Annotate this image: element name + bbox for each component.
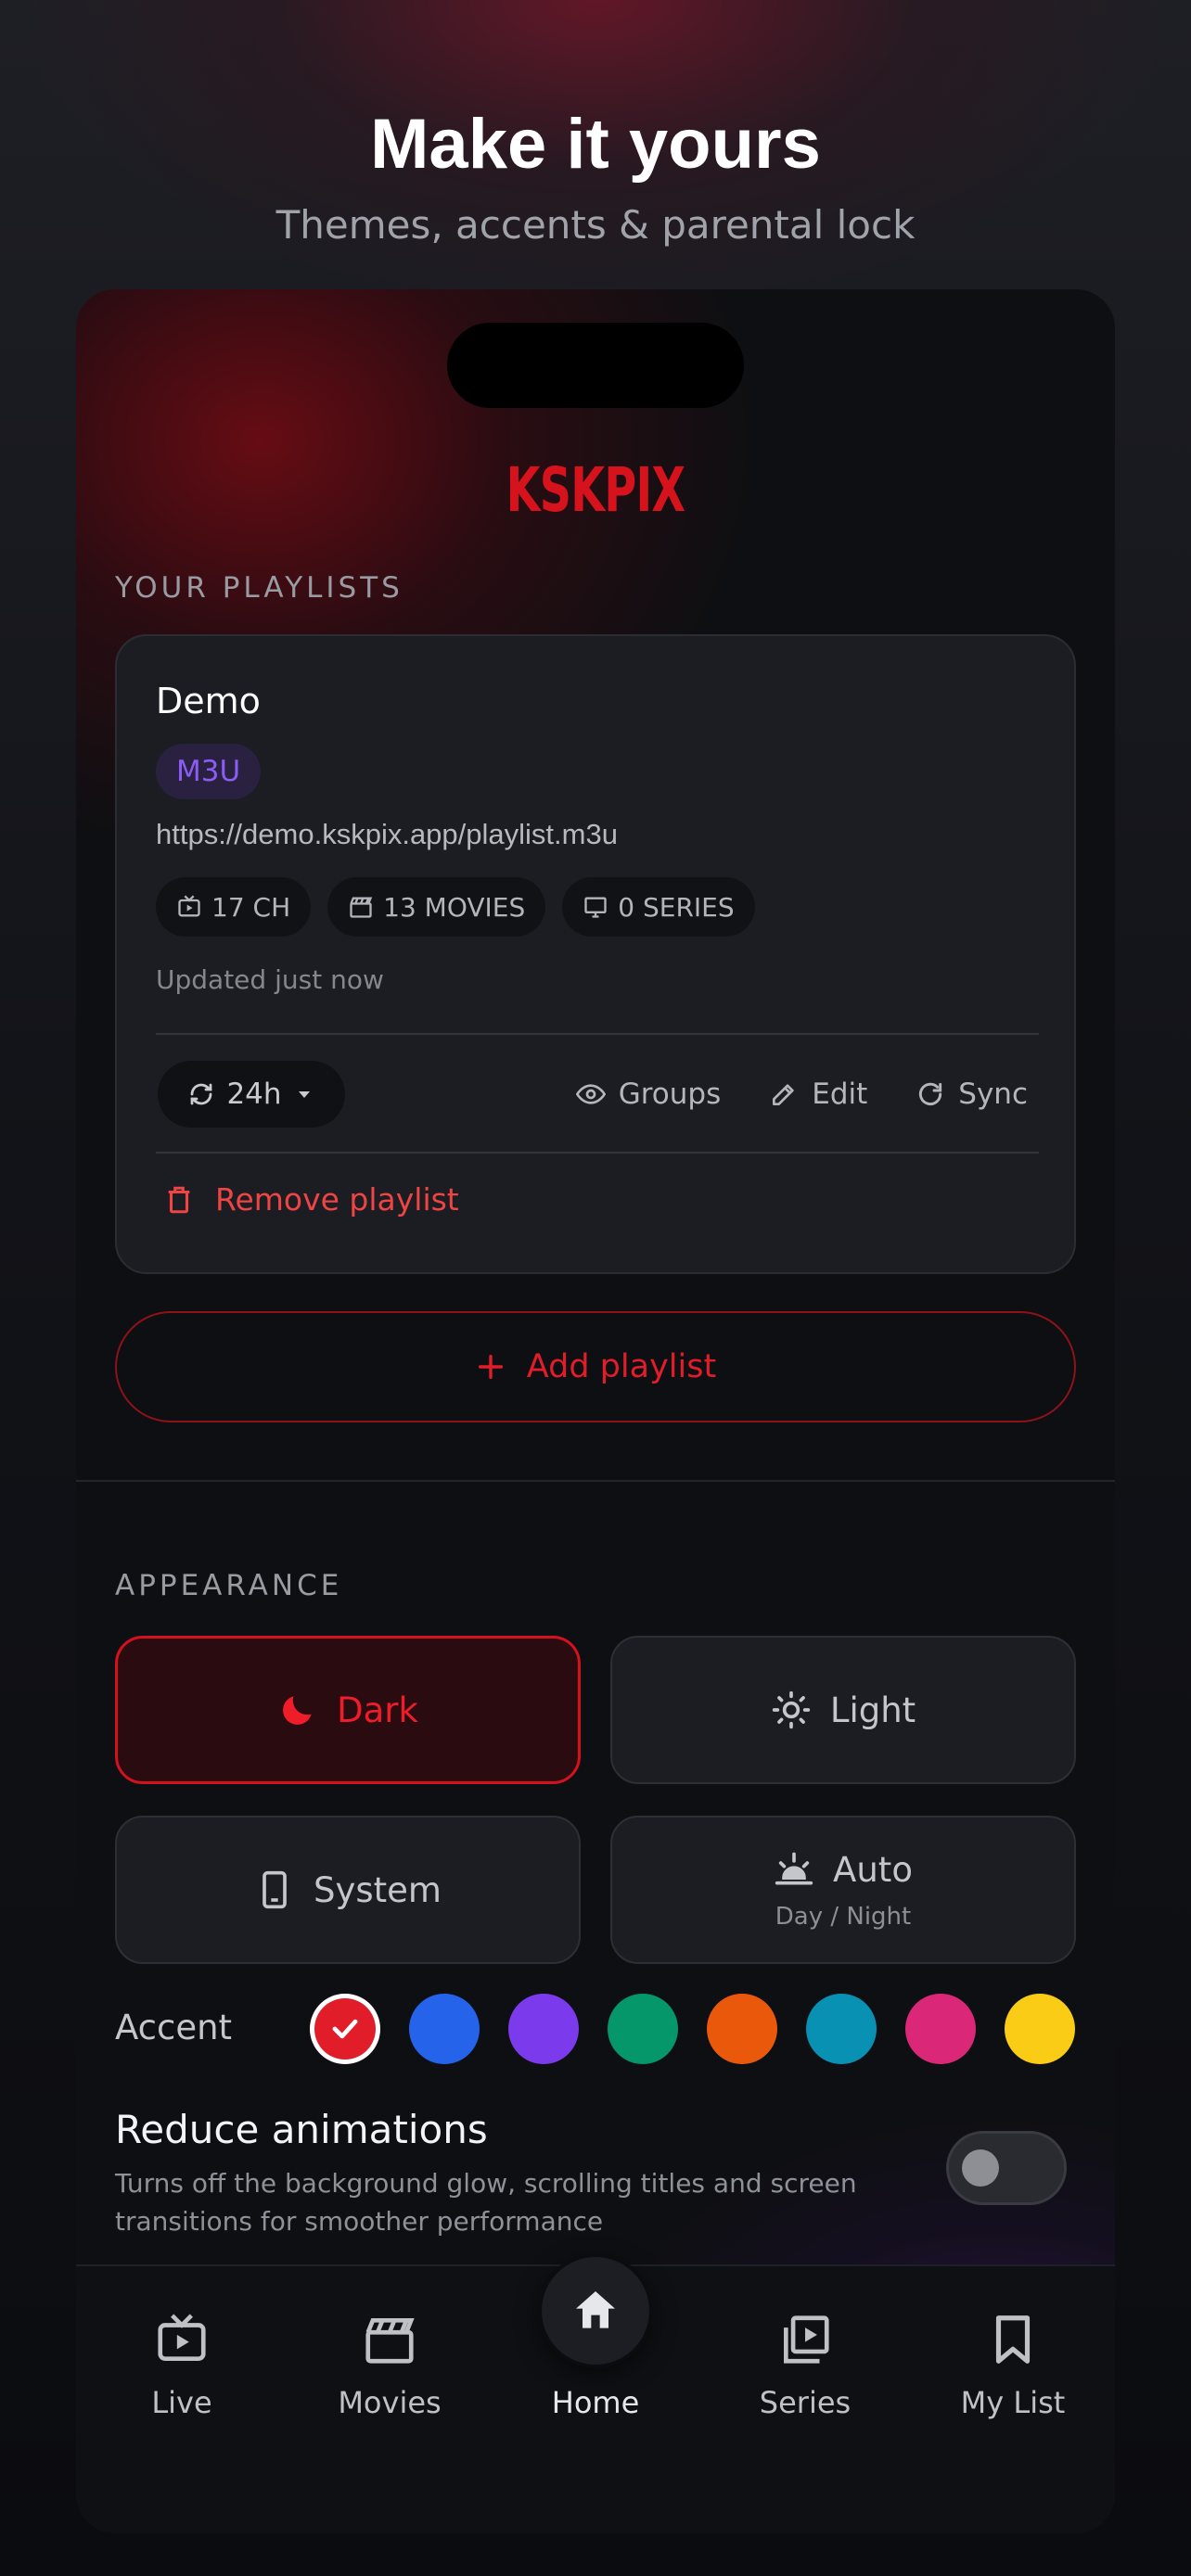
playlist-stats: 17 CH 13 MOVIES 0 SERIES xyxy=(156,877,755,937)
refresh-icon xyxy=(919,1082,942,1105)
reduce-animations-title: Reduce animations xyxy=(115,2107,488,2152)
nav-my-list[interactable]: My List xyxy=(929,2311,1096,2420)
stat-movies-label: 13 MOVIES xyxy=(383,891,526,923)
theme-auto-button[interactable]: Auto Day / Night xyxy=(610,1816,1076,1964)
monitor-icon xyxy=(584,897,607,918)
theme-dark-label: Dark xyxy=(337,1690,418,1730)
plus-icon xyxy=(478,1354,503,1380)
theme-system-button[interactable]: System xyxy=(115,1816,581,1964)
live-tv-icon xyxy=(178,895,200,917)
moon-icon xyxy=(283,1696,312,1725)
playlist-url: https://demo.kskpix.app/playlist.m3u xyxy=(156,818,618,850)
playlists-section-label: YOUR PLAYLISTS xyxy=(115,571,403,605)
stat-channels-label: 17 CH xyxy=(211,891,291,923)
stat-series: 0 SERIES xyxy=(562,877,755,937)
sync-interval-value: 24h xyxy=(226,1078,282,1111)
nav-home[interactable] xyxy=(538,2253,653,2368)
hero-title: Make it yours xyxy=(370,105,821,184)
add-playlist-label: Add playlist xyxy=(526,1348,717,1385)
bookmark-icon xyxy=(995,2315,1031,2364)
pencil-icon xyxy=(773,1084,794,1105)
accent-label: Accent xyxy=(115,2008,233,2047)
sync-button[interactable]: Sync xyxy=(916,1078,1028,1111)
series-icon xyxy=(784,2315,829,2364)
bottom-navigation: Live Movies Home Series My List xyxy=(76,2253,1115,2533)
nav-movies[interactable]: Movies xyxy=(306,2311,473,2420)
eye-icon xyxy=(575,1084,606,1104)
sync-interval-dropdown[interactable]: 24h xyxy=(158,1061,345,1128)
theme-dark-button[interactable]: Dark xyxy=(115,1636,581,1784)
remove-playlist-button[interactable]: Remove playlist xyxy=(163,1181,459,1218)
dynamic-island xyxy=(447,323,744,408)
home-icon xyxy=(576,2291,615,2328)
edit-label: Edit xyxy=(812,1078,868,1111)
playlist-actions: Groups Edit Sync xyxy=(575,1061,1028,1128)
stat-movies: 13 MOVIES xyxy=(327,877,546,937)
nav-movies-label: Movies xyxy=(338,2385,442,2420)
add-playlist-button[interactable]: Add playlist xyxy=(115,1311,1076,1422)
nav-home-label: Home xyxy=(551,2385,640,2420)
card-divider-top xyxy=(156,1033,1039,1035)
playlist-name: Demo xyxy=(156,681,261,721)
live-tv-icon xyxy=(158,2314,206,2361)
clapperboard-icon xyxy=(350,897,373,918)
accent-swatch-8[interactable] xyxy=(1005,1994,1075,2064)
playlist-card: Demo M3U https://demo.kskpix.app/playlis… xyxy=(115,634,1076,1274)
sun-icon xyxy=(772,1690,810,1729)
phone-screen: KSKPIX YOUR PLAYLISTS Demo M3U https://d… xyxy=(76,289,1115,2533)
toggle-knob xyxy=(962,2149,999,2187)
nav-live[interactable]: Live xyxy=(98,2311,265,2420)
nav-series[interactable]: Series xyxy=(722,2311,889,2420)
playlist-type-badge: M3U xyxy=(156,744,262,799)
sync-icon xyxy=(191,1083,212,1105)
nav-live-label: Live xyxy=(151,2385,212,2420)
edit-button[interactable]: Edit xyxy=(769,1078,867,1111)
appearance-section-label: APPEARANCE xyxy=(115,1569,343,1602)
theme-auto-sublabel: Day / Night xyxy=(775,1903,912,1931)
theme-light-label: Light xyxy=(829,1690,916,1730)
sunrise-icon xyxy=(775,1852,813,1885)
accent-swatches xyxy=(310,1994,1075,2064)
caret-down-icon xyxy=(298,1091,310,1098)
accent-swatch-3[interactable] xyxy=(508,1994,579,2064)
phone-icon xyxy=(263,1870,287,1909)
trash-icon xyxy=(168,1186,190,1213)
accent-swatch-6[interactable] xyxy=(806,1994,877,2064)
section-separator xyxy=(76,1480,1115,1482)
theme-auto-label: Auto xyxy=(833,1849,913,1890)
clapperboard-icon xyxy=(365,2318,415,2364)
reduce-animations-toggle[interactable] xyxy=(946,2131,1067,2205)
groups-button[interactable]: Groups xyxy=(575,1078,722,1111)
accent-swatch-2[interactable] xyxy=(409,1994,480,2064)
hero-subtitle: Themes, accents & parental lock xyxy=(275,202,916,248)
remove-playlist-label: Remove playlist xyxy=(215,1181,459,1218)
theme-light-button[interactable]: Light xyxy=(610,1636,1076,1784)
nav-my-list-label: My List xyxy=(960,2385,1066,2420)
theme-system-label: System xyxy=(314,1869,442,1910)
accent-swatch-7[interactable] xyxy=(905,1994,976,2064)
reduce-animations-description: Turns off the background glow, scrolling… xyxy=(115,2168,857,2237)
app-logo: KSKPIX xyxy=(506,454,685,526)
playlist-updated: Updated just now xyxy=(156,964,384,995)
stat-channels: 17 CH xyxy=(156,877,312,937)
accent-swatch-4[interactable] xyxy=(608,1994,678,2064)
accent-swatch-5[interactable] xyxy=(707,1994,777,2064)
sync-label: Sync xyxy=(958,1078,1028,1111)
nav-series-label: Series xyxy=(759,2385,852,2420)
check-icon xyxy=(332,2019,358,2039)
groups-label: Groups xyxy=(618,1078,722,1111)
stat-series-label: 0 SERIES xyxy=(618,891,735,923)
card-divider-bottom xyxy=(156,1152,1039,1154)
accent-swatch-1[interactable] xyxy=(310,1994,380,2064)
